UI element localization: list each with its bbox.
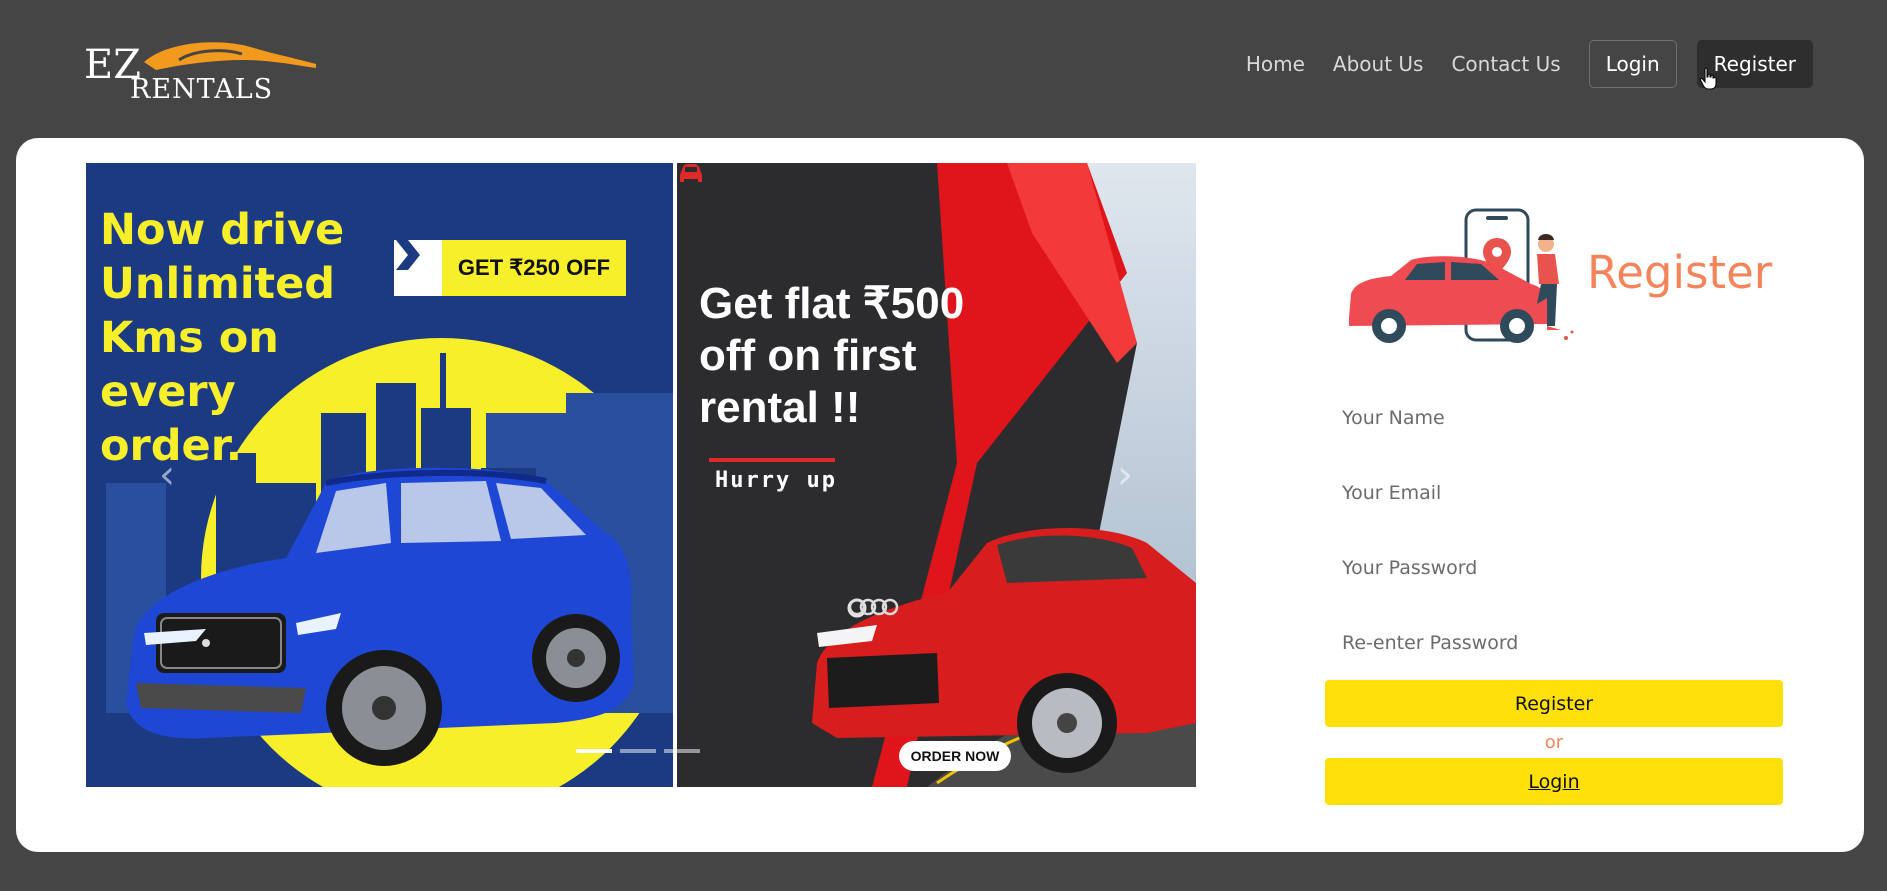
hurry-up-text: Hurry up <box>715 468 837 493</box>
nav-home-link[interactable]: Home <box>1246 52 1305 76</box>
logo-graphic: EZ RENTALS <box>84 42 316 104</box>
carousel-indicator[interactable] <box>576 749 612 753</box>
carousel-indicators <box>576 749 700 753</box>
headline-line: Kms on <box>100 313 279 363</box>
nav-contact-link[interactable]: Contact Us <box>1451 52 1560 76</box>
login-button[interactable]: Login <box>1325 758 1783 805</box>
carousel-next-icon[interactable]: › <box>1110 455 1140 495</box>
nav-login-button[interactable]: Login <box>1588 40 1677 88</box>
main-card: Now drive Unlimited Kms on every order. … <box>16 138 1864 852</box>
headline-line: rental !! <box>699 383 861 432</box>
blue-suv-graphic <box>126 467 634 766</box>
ez-rentals-logo[interactable]: EZ RENTALS <box>84 38 324 104</box>
carousel-indicator[interactable] <box>664 749 700 753</box>
offer-250-text: GET ₹250 OFF <box>442 240 626 296</box>
nav-about-link[interactable]: About Us <box>1333 52 1424 76</box>
password-input[interactable] <box>1325 539 1783 597</box>
red-underline <box>709 458 835 462</box>
headline-line: order. <box>100 421 243 471</box>
register-submit-button[interactable]: Register <box>1325 680 1783 727</box>
top-navbar: EZ RENTALS Home About Us Contact Us Logi… <box>0 0 1887 130</box>
car-rental-illustration <box>1349 208 1574 343</box>
headline-line: every <box>100 367 236 417</box>
offer-250-badge: GET ₹250 OFF <box>394 240 626 296</box>
name-input[interactable] <box>1325 389 1783 447</box>
register-heading: Register <box>1587 246 1773 299</box>
headline-line: Get flat ₹500 <box>699 279 965 328</box>
confirm-password-input[interactable] <box>1325 614 1783 672</box>
register-panel: Register Register or Login <box>1309 138 1809 852</box>
order-now-button[interactable]: ORDER NOW <box>899 741 1011 771</box>
carousel-indicator[interactable] <box>620 749 656 753</box>
promo-flat-500-headline: Get flat ₹500 off on first rental !! <box>699 278 1019 434</box>
headline-line: off on first <box>699 331 917 380</box>
promo-carousel[interactable]: Now drive Unlimited Kms on every order. … <box>86 163 1196 787</box>
headline-line: Now drive <box>100 205 345 255</box>
or-separator: or <box>1544 732 1564 753</box>
svg-text:RENTALS: RENTALS <box>130 74 273 104</box>
car-icon <box>680 164 702 182</box>
email-input[interactable] <box>1325 464 1783 522</box>
headline-line: Unlimited <box>100 259 336 309</box>
promo-unlimited-kms-headline: Now drive Unlimited Kms on every order. <box>100 203 400 473</box>
hand-cursor-icon <box>1699 67 1717 90</box>
carousel-prev-icon[interactable]: ‹ <box>152 455 182 495</box>
nav-links: Home About Us Contact Us Login Register <box>1246 40 1813 88</box>
chevron-right-icon <box>394 240 442 296</box>
